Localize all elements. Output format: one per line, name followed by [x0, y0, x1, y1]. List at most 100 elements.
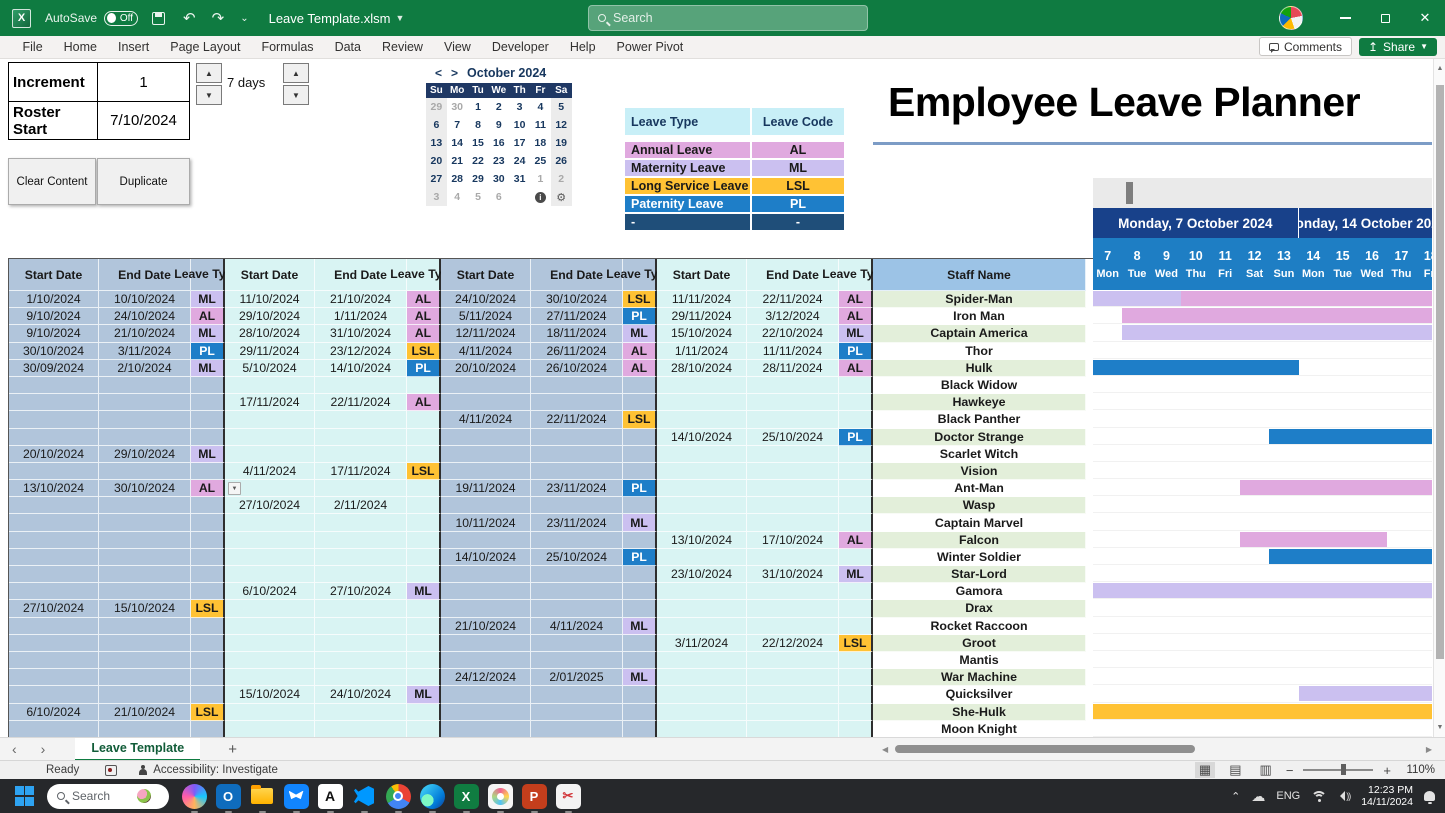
calendar-date-cell[interactable]: 4 — [447, 188, 468, 206]
staff-name-cell[interactable]: Black Widow — [873, 377, 1086, 394]
volume-icon[interactable]: )) — [1338, 791, 1350, 801]
start-date-cell[interactable]: 4/11/2024 — [441, 411, 531, 428]
end-date-cell[interactable] — [531, 394, 623, 411]
calendar-date-cell[interactable]: 16 — [488, 134, 509, 152]
edge-icon[interactable] — [420, 784, 445, 809]
start-date-cell[interactable]: 10/11/2024 — [441, 514, 531, 531]
end-date-cell[interactable]: 2/11/2024 — [315, 497, 407, 514]
gantt-row[interactable] — [1093, 617, 1432, 634]
leave-type-cell[interactable]: PL — [623, 549, 657, 566]
start-date-cell[interactable] — [225, 411, 315, 428]
calendar-prev-button[interactable]: < — [435, 66, 442, 80]
calendar-date-cell[interactable]: 1 — [530, 170, 551, 188]
start-date-cell[interactable]: 11/11/2024 — [657, 291, 747, 308]
start-date-cell[interactable]: 4/11/2024 — [441, 343, 531, 360]
start-date-cell[interactable] — [225, 549, 315, 566]
leave-type-cell[interactable] — [839, 514, 873, 531]
end-date-cell[interactable]: 21/10/2024 — [99, 704, 191, 721]
vertical-scrollbar[interactable]: ▲ ▼ — [1433, 59, 1445, 737]
leave-type-cell[interactable]: AL — [191, 480, 225, 497]
leave-type-cell[interactable]: ML — [191, 325, 225, 342]
column-header[interactable]: Start Date — [657, 259, 747, 291]
end-date-cell[interactable]: 1/11/2024 — [315, 308, 407, 325]
leave-type-cell[interactable]: AL — [839, 308, 873, 325]
start-date-cell[interactable] — [657, 446, 747, 463]
start-date-cell[interactable]: 19/11/2024 — [441, 480, 531, 497]
taskbar-search-input[interactable] — [72, 789, 130, 803]
end-date-cell[interactable]: 30/10/2024 — [99, 480, 191, 497]
days-spin-down-button[interactable]: ▼ — [283, 85, 309, 105]
snipping-tool-icon[interactable]: ✂ — [556, 784, 581, 809]
start-date-cell[interactable]: 1/10/2024 — [9, 291, 99, 308]
start-date-cell[interactable]: 13/10/2024 — [9, 480, 99, 497]
end-date-cell[interactable] — [531, 635, 623, 652]
end-date-cell[interactable] — [531, 704, 623, 721]
end-date-cell[interactable] — [315, 549, 407, 566]
leave-type-cell[interactable] — [407, 652, 441, 669]
staff-name-cell[interactable]: Iron Man — [873, 308, 1086, 325]
end-date-cell[interactable]: 2/01/2025 — [531, 669, 623, 686]
calendar-date-cell[interactable]: 10 — [509, 116, 530, 134]
staff-name-cell[interactable]: Star-Lord — [873, 566, 1086, 583]
accessibility-status[interactable]: Accessibility: Investigate — [137, 764, 278, 776]
leave-type-cell[interactable] — [407, 618, 441, 635]
leave-type-cell[interactable] — [191, 377, 225, 394]
gantt-scroll-strip[interactable] — [1093, 178, 1432, 208]
gantt-day-cell[interactable]: 15Tue — [1328, 238, 1357, 290]
start-date-cell[interactable] — [9, 497, 99, 514]
gantt-day-cell[interactable]: 17Thu — [1387, 238, 1416, 290]
gantt-day-cell[interactable]: 11Fri — [1211, 238, 1240, 290]
paint-icon[interactable] — [488, 784, 513, 809]
ribbon-tab-view[interactable]: View — [433, 40, 481, 54]
start-date-cell[interactable] — [441, 635, 531, 652]
end-date-cell[interactable] — [747, 480, 839, 497]
end-date-cell[interactable] — [99, 669, 191, 686]
ribbon-tab-home[interactable]: Home — [53, 40, 107, 54]
leave-type-cell[interactable] — [407, 446, 441, 463]
calendar-date-cell[interactable]: 30 — [488, 170, 509, 188]
scroll-left-icon[interactable]: ◀ — [882, 745, 888, 754]
duplicate-button[interactable]: Duplicate — [97, 158, 190, 205]
add-sheet-button[interactable]: + — [200, 741, 265, 758]
end-date-cell[interactable]: 23/11/2024 — [531, 514, 623, 531]
start-date-cell[interactable] — [657, 686, 747, 703]
end-date-cell[interactable]: 14/10/2024 — [315, 360, 407, 377]
leave-type-cell[interactable] — [191, 411, 225, 428]
zoom-in-icon[interactable]: + — [1383, 763, 1391, 778]
start-date-cell[interactable] — [441, 463, 531, 480]
calendar-date-cell[interactable]: 3 — [509, 98, 530, 116]
end-date-cell[interactable] — [531, 446, 623, 463]
roster-start-value-cell[interactable]: 7/10/2024 — [98, 102, 189, 139]
end-date-cell[interactable] — [315, 566, 407, 583]
end-date-cell[interactable] — [99, 618, 191, 635]
start-date-cell[interactable] — [657, 721, 747, 737]
autosave-control[interactable]: AutoSave Off — [45, 11, 138, 26]
leave-type-cell[interactable] — [191, 514, 225, 531]
leave-type-cell[interactable]: PL — [191, 343, 225, 360]
start-date-cell[interactable]: 27/10/2024 — [225, 497, 315, 514]
leave-type-cell[interactable] — [839, 583, 873, 600]
leave-type-cell[interactable] — [839, 549, 873, 566]
scroll-down-icon[interactable]: ▼ — [1434, 724, 1445, 731]
start-button[interactable] — [14, 786, 35, 807]
end-date-cell[interactable] — [99, 635, 191, 652]
bluesky-icon[interactable] — [284, 784, 309, 809]
leave-type-cell[interactable] — [191, 721, 225, 737]
calendar-date-cell[interactable]: 31 — [509, 170, 530, 188]
end-date-cell[interactable]: 17/10/2024 — [747, 532, 839, 549]
gantt-row[interactable] — [1093, 634, 1432, 651]
ribbon-tab-developer[interactable]: Developer — [481, 40, 559, 54]
gantt-row[interactable] — [1093, 410, 1432, 427]
leave-type-cell[interactable]: ML — [191, 446, 225, 463]
start-date-cell[interactable]: 11/10/2024 — [225, 291, 315, 308]
leave-type-cell[interactable] — [191, 618, 225, 635]
calendar-date-cell[interactable]: 12 — [551, 116, 572, 134]
staff-name-cell[interactable]: Spider-Man — [873, 291, 1086, 308]
leave-type-cell[interactable] — [623, 583, 657, 600]
staff-name-cell[interactable]: Wasp — [873, 497, 1086, 514]
calendar-date-cell[interactable]: 3 — [426, 188, 447, 206]
minimize-button[interactable] — [1325, 0, 1365, 36]
leave-type-cell[interactable]: LSL — [407, 343, 441, 360]
leave-type-cell[interactable]: AL — [407, 308, 441, 325]
end-date-cell[interactable] — [99, 377, 191, 394]
